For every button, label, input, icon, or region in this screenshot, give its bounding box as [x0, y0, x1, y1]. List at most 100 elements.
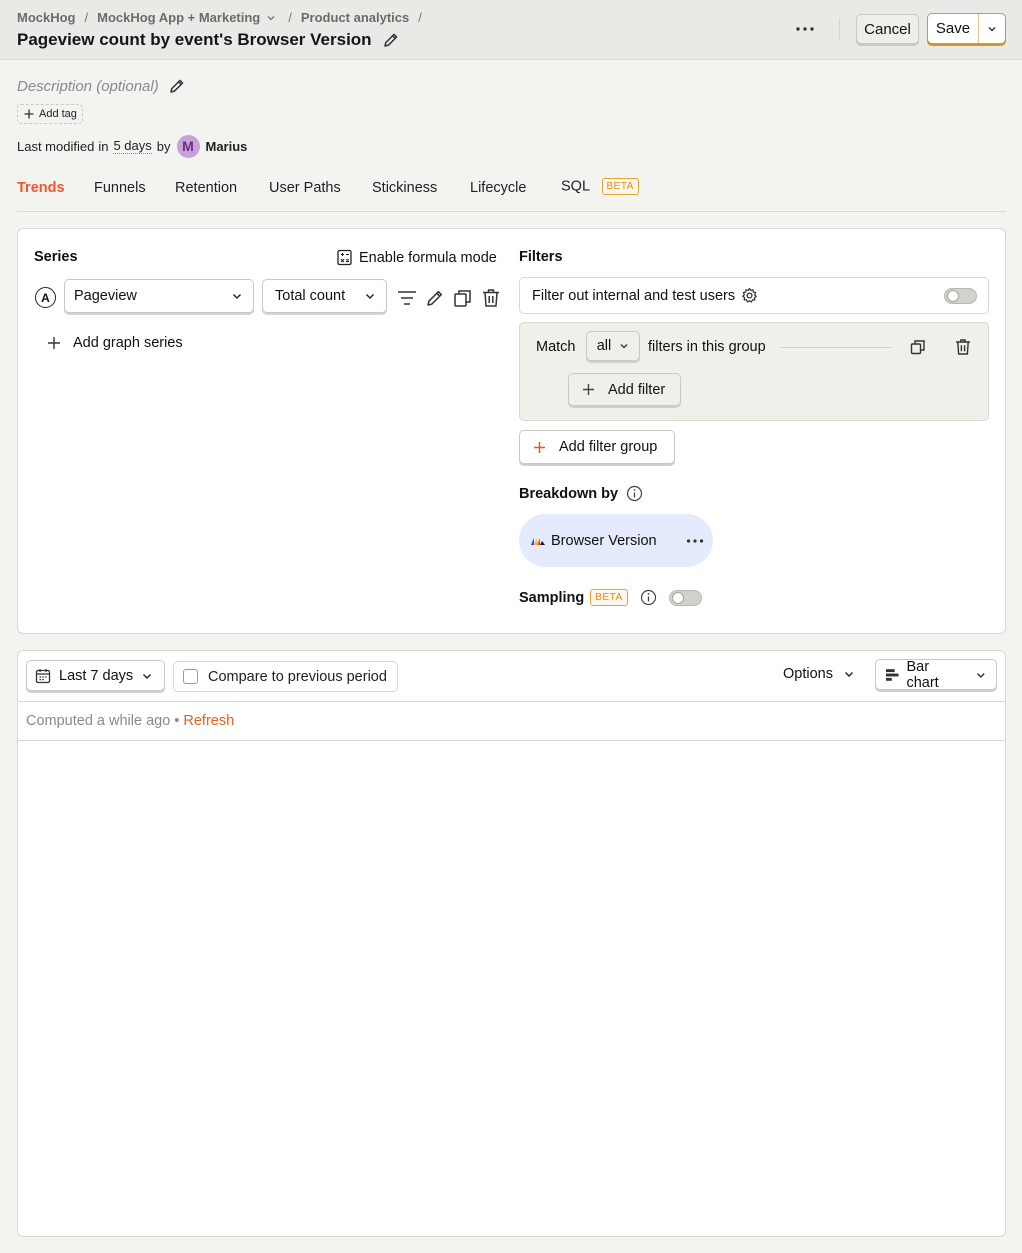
tab-funnels[interactable]: Funnels [94, 180, 146, 196]
add-graph-series-label: Add graph series [73, 335, 183, 351]
chevron-down-icon [977, 672, 986, 678]
formula-mode-button[interactable]: Enable formula mode [336, 249, 497, 266]
add-tag-button[interactable]: Add tag [17, 104, 83, 124]
plus-icon [583, 384, 594, 395]
add-graph-series-button[interactable]: Add graph series [46, 335, 183, 351]
filter-icon[interactable] [396, 287, 418, 309]
last-modified-prefix: Last modified [17, 138, 95, 154]
last-modified-in: in [98, 138, 109, 154]
insight-type-tabs: Trends Funnels Retention User Paths Stic… [17, 178, 1006, 212]
refresh-link[interactable]: Refresh [183, 713, 234, 729]
test-users-toggle[interactable] [944, 288, 977, 304]
compare-label: Compare to previous period [208, 668, 387, 685]
gear-icon[interactable] [741, 287, 758, 304]
math-select[interactable]: Total count [262, 279, 387, 313]
sampling-toggle[interactable] [668, 589, 702, 606]
save-button[interactable]: Save [928, 14, 978, 43]
page-title[interactable]: Pageview count by event's Browser Versio… [17, 30, 372, 50]
top-bar: MockHog / MockHog App + Marketing / Prod… [0, 0, 1022, 60]
match-select[interactable]: all [586, 331, 640, 361]
formula-mode-label: Enable formula mode [359, 249, 497, 266]
options-button[interactable]: Options [783, 666, 855, 682]
description-field[interactable]: Description (optional) [17, 76, 187, 96]
tab-retention[interactable]: Retention [175, 180, 237, 196]
add-filter-group-button[interactable]: Add filter group [519, 430, 675, 464]
breadcrumb-separator: / [84, 10, 89, 25]
chart-type-select[interactable]: Bar chart [875, 658, 997, 691]
info-icon[interactable] [640, 589, 657, 606]
last-modified-time[interactable]: 5 days [113, 138, 152, 154]
chevron-down-icon [620, 344, 628, 349]
delete-group-trash-icon[interactable] [953, 337, 973, 357]
tab-stickiness[interactable]: Stickiness [372, 180, 437, 196]
chevron-down-icon[interactable] [266, 13, 276, 23]
breadcrumb-item-project[interactable]: MockHog App + Marketing [97, 10, 260, 25]
more-options-icon[interactable] [685, 534, 705, 548]
tab-user-paths[interactable]: User Paths [269, 180, 341, 196]
breadcrumb-item-org[interactable]: MockHog [17, 10, 76, 25]
duplicate-icon[interactable] [452, 287, 474, 309]
pencil-icon[interactable] [167, 76, 187, 96]
add-filter-button[interactable]: Add filter [568, 373, 681, 406]
chart-type-value: Bar chart [906, 658, 939, 691]
calculator-icon [337, 249, 352, 266]
results-panel: Last 7 days Compare to previous period O… [17, 650, 1006, 1237]
match-label: Match [536, 339, 576, 355]
event-select-value: Pageview [74, 288, 137, 304]
last-modified: Last modified in 5 days by M Marius [17, 134, 248, 158]
beta-badge: BETA [590, 589, 628, 606]
chevron-down-icon [844, 672, 853, 677]
breakdown-title-row: Breakdown by [519, 485, 643, 502]
compare-checkbox[interactable] [183, 669, 198, 684]
property-logo-icon [531, 536, 545, 546]
series-actions [396, 287, 502, 309]
breakdown-property-pill[interactable]: Browser Version [519, 514, 713, 567]
calendar-icon [35, 668, 51, 683]
filter-group: Match all filters in this group Add filt… [519, 322, 989, 421]
results-toolbar: Last 7 days Compare to previous period O… [18, 651, 1005, 702]
sampling-row: Sampling BETA [519, 589, 702, 606]
toggle-knob [947, 290, 959, 302]
tab-sql-label: SQL [561, 178, 590, 195]
breakdown-title: Breakdown by [519, 485, 619, 502]
add-filter-group-label: Add filter group [559, 439, 658, 455]
add-filter-label: Add filter [608, 381, 666, 398]
info-icon[interactable] [626, 485, 643, 502]
plus-icon [24, 109, 34, 119]
series-letter-badge: A [35, 287, 56, 308]
event-select[interactable]: Pageview [64, 279, 254, 313]
trash-icon[interactable] [480, 287, 502, 309]
pencil-icon[interactable] [381, 30, 401, 50]
last-modified-user: Marius [205, 138, 248, 154]
save-button-group: Save [927, 13, 1006, 44]
tab-lifecycle[interactable]: Lifecycle [470, 180, 526, 196]
compare-previous-period[interactable]: Compare to previous period [173, 661, 398, 692]
options-label: Options [783, 666, 833, 682]
breadcrumb-separator: / [418, 10, 422, 25]
avatar: M [176, 134, 200, 158]
tab-trends[interactable]: Trends [17, 180, 65, 196]
more-menu-icon[interactable] [794, 21, 816, 37]
breadcrumb-item-product-analytics[interactable]: Product analytics [301, 10, 409, 25]
date-range-select[interactable]: Last 7 days [26, 660, 165, 691]
description-placeholder: Description (optional) [17, 77, 159, 95]
header-divider [839, 18, 840, 40]
last-modified-by: by [156, 138, 171, 154]
toggle-knob [671, 591, 684, 604]
breakdown-property-label: Browser Version [551, 532, 657, 549]
computed-label: Computed a while ago [26, 713, 171, 729]
duplicate-group-icon[interactable] [909, 338, 927, 356]
cancel-button[interactable]: Cancel [856, 14, 919, 44]
match-select-value: all [596, 338, 612, 354]
query-editor-panel: Series Enable formula mode A Pageview To… [17, 228, 1006, 634]
chevron-down-icon [366, 294, 374, 299]
chevron-down-icon [143, 673, 152, 679]
bar-chart-icon [885, 668, 899, 681]
group-divider [780, 347, 892, 348]
breadcrumb-separator: / [288, 10, 292, 25]
save-options-chevron-down-icon[interactable] [978, 14, 1005, 43]
rename-pencil-icon[interactable] [424, 287, 446, 309]
status-separator: • [174, 713, 180, 729]
chart-area [18, 742, 1005, 1236]
tab-sql[interactable]: SQL BETA [561, 178, 639, 195]
